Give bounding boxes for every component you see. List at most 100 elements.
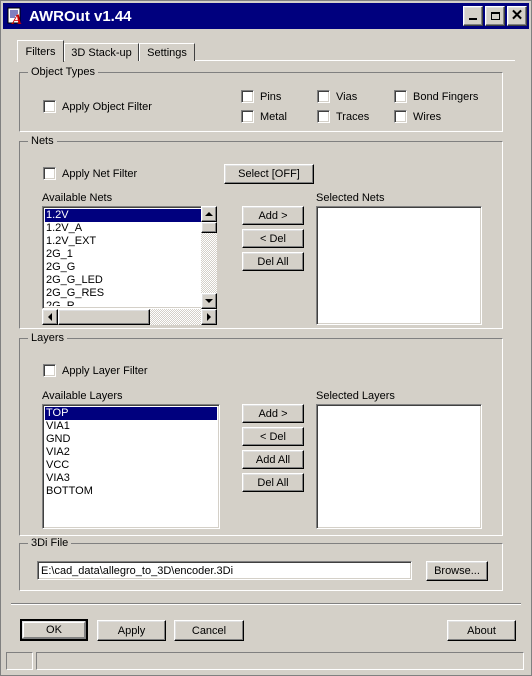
- maximize-button[interactable]: [485, 6, 505, 26]
- chevron-right-icon: [207, 313, 211, 321]
- nets-del-label: < Del: [260, 232, 286, 245]
- browse-button[interactable]: Browse...: [426, 561, 488, 581]
- 3di-path-input[interactable]: E:\cad_data\allegro_to_3D\encoder.3Di: [37, 561, 412, 580]
- available-nets-items: 1.2V 1.2V_A 1.2V_EXT 2G_1 2G_G 2G_G_LED 2G_G_R…: [45, 209, 205, 306]
- layers-del-button[interactable]: < Del: [242, 427, 304, 446]
- available-net-item[interactable]: 1.2V_A: [45, 222, 205, 235]
- window-title: AWROut v1.44: [29, 7, 132, 25]
- available-net-item[interactable]: 2G_1: [45, 248, 205, 261]
- hscroll-left-button[interactable]: [42, 309, 58, 325]
- layers-group: Layers Apply Layer Filter Available Laye…: [19, 332, 503, 536]
- about-button[interactable]: About: [447, 620, 516, 641]
- available-net-item[interactable]: 1.2V_EXT: [45, 235, 205, 248]
- pins-checkbox[interactable]: Pins: [241, 90, 281, 103]
- cancel-button[interactable]: Cancel: [174, 620, 244, 641]
- checkbox-box-icon: [43, 364, 56, 377]
- selected-layers-listbox[interactable]: [316, 404, 482, 529]
- ok-button[interactable]: OK: [20, 619, 88, 641]
- selected-nets-label: Selected Nets: [316, 192, 385, 204]
- tab-3d-stackup[interactable]: 3D Stack-up: [64, 43, 139, 61]
- wires-checkbox[interactable]: Wires: [394, 110, 441, 123]
- available-net-item[interactable]: 2G_R: [45, 300, 205, 306]
- nets-add-button[interactable]: Add >: [242, 206, 304, 225]
- tab-filters[interactable]: Filters: [17, 40, 64, 62]
- status-bar: [3, 649, 529, 673]
- application-window: A AWROut v1.44 ✕ Filters 3D Stack-up Set…: [0, 0, 532, 676]
- vscroll-up-button[interactable]: [201, 206, 217, 222]
- cancel-label: Cancel: [191, 624, 227, 637]
- minimize-button[interactable]: [463, 6, 483, 26]
- chevron-down-icon: [205, 299, 213, 303]
- selected-nets-listbox[interactable]: [316, 206, 482, 325]
- vscroll-thumb[interactable]: [201, 222, 217, 233]
- nets-del-button[interactable]: < Del: [242, 229, 304, 248]
- apply-button[interactable]: Apply: [97, 620, 166, 641]
- title-bar: A AWROut v1.44 ✕: [3, 3, 529, 29]
- vscroll-down-button[interactable]: [201, 293, 217, 309]
- apply-layer-filter-checkbox[interactable]: Apply Layer Filter: [43, 364, 148, 377]
- available-net-item[interactable]: 2G_G_RES: [45, 287, 205, 300]
- object-types-group: Object Types Apply Object Filter Pins Me…: [19, 66, 503, 132]
- available-layer-item[interactable]: VIA1: [45, 420, 217, 433]
- available-net-item[interactable]: 1.2V: [45, 209, 205, 222]
- 3di-path-value: E:\cad_data\allegro_to_3D\encoder.3Di: [41, 564, 234, 577]
- select-toggle-button[interactable]: Select [OFF]: [224, 164, 314, 184]
- chevron-left-icon: [48, 313, 52, 321]
- vias-checkbox[interactable]: Vias: [317, 90, 357, 103]
- tab-settings[interactable]: Settings: [139, 43, 195, 61]
- pins-label: Pins: [260, 90, 282, 103]
- layers-add-label: Add >: [258, 407, 288, 420]
- close-button[interactable]: ✕: [507, 6, 527, 26]
- footer-separator: [11, 603, 521, 605]
- available-layer-item[interactable]: VIA3: [45, 472, 217, 485]
- tab-settings-label: Settings: [147, 46, 187, 59]
- apply-object-filter-checkbox[interactable]: Apply Object Filter: [43, 100, 152, 113]
- available-nets-listbox[interactable]: 1.2V 1.2V_A 1.2V_EXT 2G_1 2G_G 2G_G_LED 2G_G_R…: [42, 206, 208, 309]
- available-layers-listbox[interactable]: TOP VIA1 GND VIA2 VCC VIA3 BOTTOM: [42, 404, 220, 529]
- hscroll-right-button[interactable]: [201, 309, 217, 325]
- available-nets-label: Available Nets: [42, 192, 113, 204]
- 3di-file-group: 3Di File E:\cad_data\allegro_to_3D\encod…: [19, 537, 503, 591]
- apply-net-filter-label: Apply Net Filter: [62, 167, 138, 180]
- available-net-item[interactable]: 2G_G_LED: [45, 274, 205, 287]
- available-layer-item[interactable]: VIA2: [45, 446, 217, 459]
- apply-layer-filter-label: Apply Layer Filter: [62, 364, 148, 377]
- available-nets-hscrollbar[interactable]: [42, 309, 217, 325]
- tab-filters-label: Filters: [25, 45, 56, 58]
- bond-fingers-checkbox[interactable]: Bond Fingers: [394, 90, 478, 103]
- checkbox-box-icon: [394, 90, 407, 103]
- 3di-file-group-label: 3Di File: [28, 537, 72, 549]
- layers-group-label: Layers: [28, 332, 68, 344]
- available-layers-items: TOP VIA1 GND VIA2 VCC VIA3 BOTTOM: [45, 407, 217, 526]
- hscroll-thumb[interactable]: [58, 309, 150, 325]
- layers-add-all-button[interactable]: Add All: [242, 450, 304, 469]
- available-nets-vscrollbar[interactable]: [201, 206, 217, 309]
- ok-label: OK: [46, 624, 62, 636]
- nets-del-all-label: Del All: [257, 255, 289, 268]
- checkbox-box-icon: [241, 90, 254, 103]
- selected-layers-items: [319, 407, 479, 526]
- available-layer-item[interactable]: GND: [45, 433, 217, 446]
- layers-del-all-button[interactable]: Del All: [242, 473, 304, 492]
- available-layer-item[interactable]: TOP: [45, 407, 217, 420]
- nets-group-label: Nets: [28, 135, 57, 147]
- available-layer-item[interactable]: BOTTOM: [45, 485, 217, 498]
- nets-del-all-button[interactable]: Del All: [242, 252, 304, 271]
- metal-label: Metal: [260, 110, 287, 123]
- available-net-item[interactable]: 2G_G: [45, 261, 205, 274]
- traces-label: Traces: [336, 110, 370, 123]
- layers-add-button[interactable]: Add >: [242, 404, 304, 423]
- metal-checkbox[interactable]: Metal: [241, 110, 287, 123]
- checkbox-box-icon: [317, 90, 330, 103]
- select-toggle-label: Select [OFF]: [238, 168, 300, 180]
- layers-add-all-label: Add All: [255, 453, 291, 466]
- apply-net-filter-checkbox[interactable]: Apply Net Filter: [43, 167, 137, 180]
- traces-checkbox[interactable]: Traces: [317, 110, 369, 123]
- window-controls: ✕: [463, 6, 527, 26]
- selected-layers-label: Selected Layers: [316, 390, 395, 402]
- tab-strip: Filters 3D Stack-up Settings: [17, 40, 515, 62]
- document-a-icon: A: [6, 7, 24, 28]
- about-label: About: [467, 624, 496, 637]
- available-layers-label: Available Layers: [42, 390, 123, 402]
- available-layer-item[interactable]: VCC: [45, 459, 217, 472]
